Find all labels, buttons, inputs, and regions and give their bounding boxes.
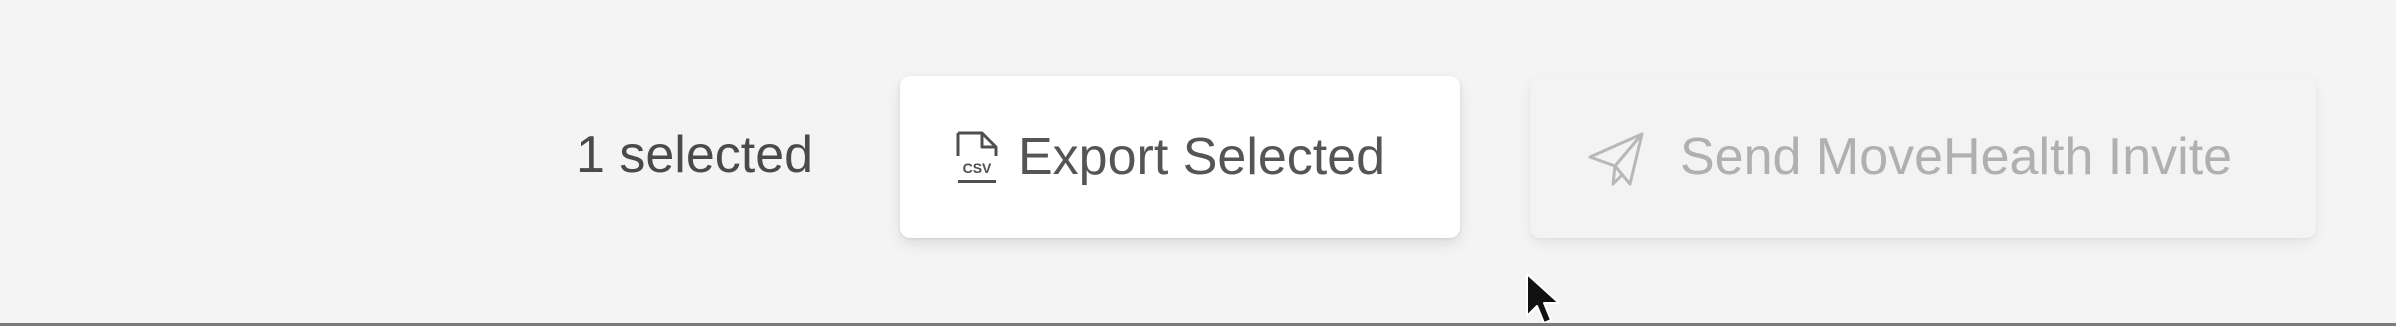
paper-plane-icon [1588,132,1644,186]
selection-count: 1 selected [576,126,814,184]
send-movehealth-invite-label: Send MoveHealth Invite [1680,128,2233,186]
export-selected-label: Export Selected [1018,128,1386,186]
mouse-cursor-icon [1526,273,1560,324]
export-selected-button[interactable]: CSV Export Selected [900,76,1460,238]
send-movehealth-invite-button[interactable]: Send MoveHealth Invite [1530,76,2316,238]
csv-file-icon: CSV [956,131,998,183]
svg-text:CSV: CSV [963,160,992,176]
